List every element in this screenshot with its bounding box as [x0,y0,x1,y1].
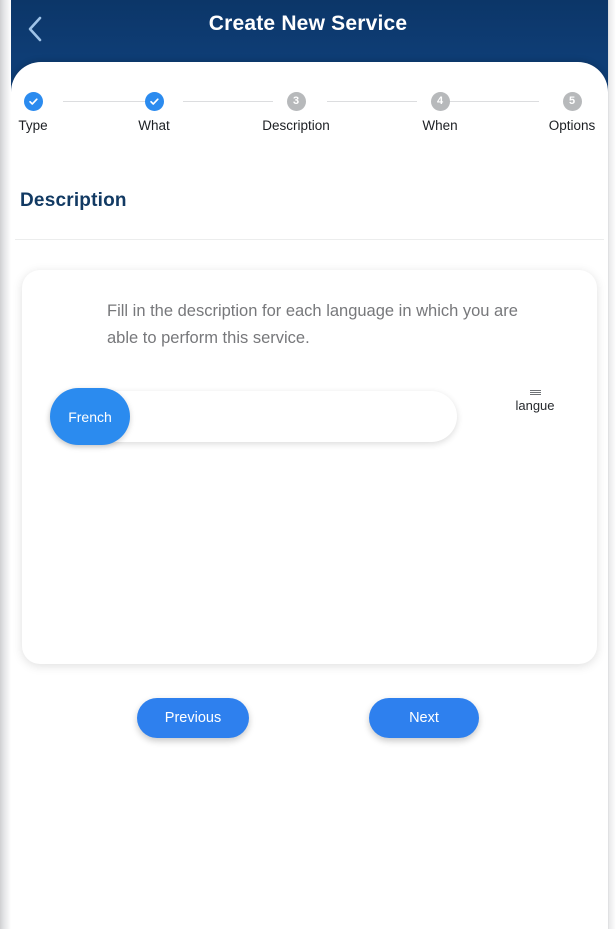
screen-edge-right [608,0,616,929]
screen-edge-left [0,0,11,929]
language-row: French langue [22,388,597,448]
stepper-connector [449,101,539,102]
step-number: 3 [286,92,306,111]
stepper-label: Type [18,118,48,133]
language-meta-label: langue [515,398,555,413]
language-meta[interactable]: langue [500,390,570,413]
next-button[interactable]: Next [369,698,479,738]
section-divider [15,239,604,240]
language-pill-french[interactable]: French [50,388,130,445]
description-input[interactable] [166,391,450,444]
step-number: 4 [430,92,450,111]
section-title: Description [20,190,127,211]
previous-button[interactable]: Previous [137,698,249,738]
check-icon [149,96,160,107]
stepper-step-options[interactable]: 5 Options [524,92,616,133]
stepper: Type What 3 Description 4 When 5 Options [11,92,608,166]
stepper-step-type[interactable]: Type [0,92,81,133]
stepper-step-what[interactable]: What [106,92,202,133]
list-lines-icon [529,390,541,395]
stepper-step-description[interactable]: 3 Description [248,92,344,133]
step-status-icon [144,92,164,111]
stepper-connector [327,101,417,102]
step-number: 5 [562,92,582,111]
description-card: Fill in the description for each languag… [22,270,597,664]
check-icon [28,96,39,107]
screen-edge-right-line [608,0,609,929]
stepper-label: When [422,118,458,133]
stepper-connector [63,101,153,102]
stepper-label: Options [548,118,596,133]
stepper-label: Description [262,118,330,133]
instruction-text: Fill in the description for each languag… [107,302,518,347]
app-screen: Create New Service Type What 3 Descripti… [0,0,616,929]
stepper-connector [183,101,273,102]
step-status-icon [23,92,43,111]
stepper-step-when[interactable]: 4 When [392,92,488,133]
content-sheet: Type What 3 Description 4 When 5 Options… [11,62,608,929]
page-title: Create New Service [208,12,408,35]
stepper-label: What [138,118,170,133]
